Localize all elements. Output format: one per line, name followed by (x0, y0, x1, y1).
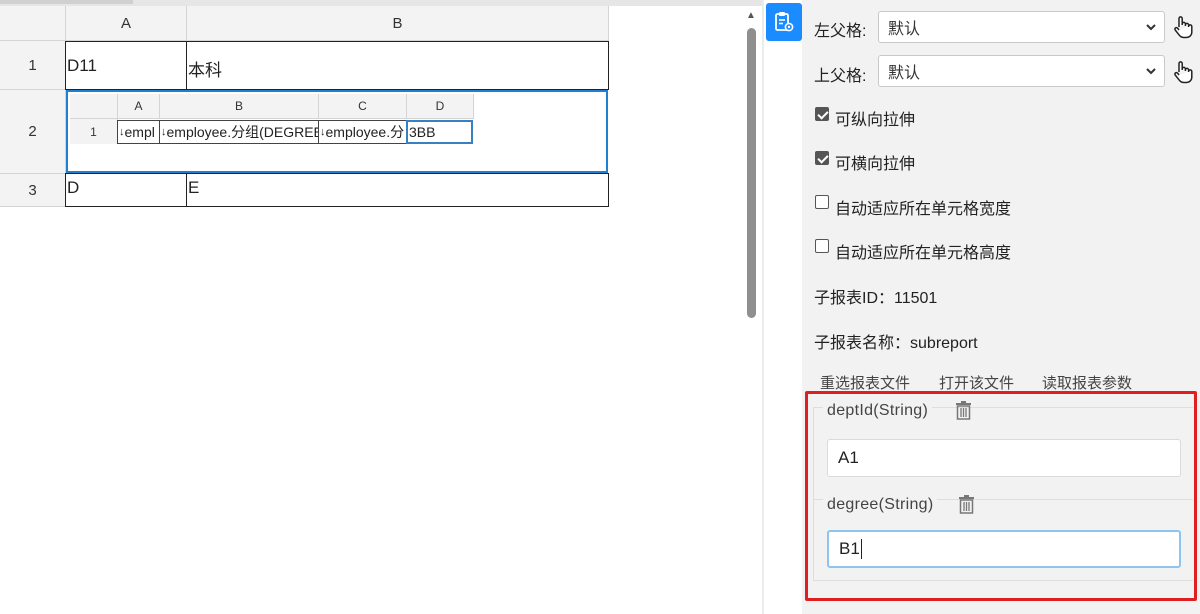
read-report-params-button[interactable]: 读取报表参数 (1042, 372, 1132, 393)
left-parent-select[interactable]: 默认 (878, 11, 1165, 43)
subreport-cell-a2[interactable]: A B C D 1 ↓ empl ↓ employee.分组(DEGREE) ↓ em… (66, 90, 608, 173)
subreport-id-value: 11501 (894, 290, 938, 307)
highlight-box (805, 391, 1197, 601)
subreport-name-value: subreport (910, 335, 978, 352)
preview-cell-a1: ↓ empl (117, 120, 160, 144)
subreport-name-label: 子报表名称： (814, 335, 911, 352)
chevron-down-icon (1146, 24, 1156, 31)
top-parent-label: 上父格: (814, 68, 867, 85)
hand-pointer-icon[interactable] (1172, 60, 1194, 84)
scroll-up-icon[interactable]: ▲ (746, 10, 756, 21)
preview-cell-a1-text: empl (124, 124, 155, 140)
horizontal-stretch-checkbox[interactable] (815, 151, 829, 165)
chevron-down-icon (1146, 68, 1156, 75)
cell-b3[interactable]: E (186, 173, 609, 207)
column-header-a[interactable]: A (66, 6, 187, 41)
subreport-name: 子报表名称：subreport (814, 329, 978, 353)
subreport-id: 子报表ID：11501 (814, 284, 937, 308)
cell-a3[interactable]: D (65, 173, 187, 207)
auto-fit-height-checkbox[interactable] (815, 239, 829, 253)
open-file-button[interactable]: 打开该文件 (939, 372, 1014, 393)
preview-col-d: D (407, 94, 474, 119)
row-header-1[interactable]: 1 (0, 41, 66, 90)
preview-cell-d1: 3BB (406, 120, 473, 144)
auto-fit-height-label: 自动适应所在单元格高度 (835, 245, 1012, 262)
top-parent-value: 默认 (888, 65, 921, 82)
subreport-id-label: 子报表ID： (814, 290, 895, 307)
row-header-2[interactable]: 2 (0, 90, 66, 174)
preview-cell-c1-text: employee.分 (325, 124, 405, 140)
preview-row-1: 1 (70, 119, 118, 144)
left-parent-value: 默认 (888, 21, 921, 38)
preview-cell-b1: ↓ employee.分组(DEGREE) (159, 120, 319, 144)
cell-b1[interactable]: 本科 (186, 41, 609, 90)
scrollbar-thumb[interactable] (747, 28, 756, 318)
hand-pointer-icon[interactable] (1172, 15, 1194, 39)
vertical-stretch-label: 可纵向拉伸 (835, 112, 916, 129)
horizontal-stretch-label: 可横向拉伸 (835, 156, 916, 173)
auto-fit-width-checkbox[interactable] (815, 195, 829, 209)
top-parent-select[interactable]: 默认 (878, 55, 1165, 87)
column-header-b[interactable]: B (187, 6, 609, 41)
preview-col-c: C (319, 94, 407, 119)
reselect-report-file-button[interactable]: 重选报表文件 (820, 372, 910, 393)
preview-cell-b1-text: employee.分组(DEGREE) (166, 124, 319, 140)
panel-icon-strip (764, 0, 802, 614)
cell-a1[interactable]: D11 (65, 41, 187, 90)
auto-fit-width-label: 自动适应所在单元格宽度 (835, 201, 1012, 218)
left-parent-label: 左父格: (814, 23, 867, 40)
preview-col-b: B (160, 94, 319, 119)
spreadsheet-area[interactable]: A B 1 2 3 D11 本科 A B C D 1 ↓ empl ↓ employ… (0, 0, 762, 614)
preview-corner (70, 94, 118, 119)
preview-col-a: A (118, 94, 160, 119)
row-header-3[interactable]: 3 (0, 174, 66, 207)
select-all-corner[interactable] (0, 6, 66, 41)
preview-cell-c1: ↓ employee.分 (318, 120, 407, 144)
vertical-stretch-checkbox[interactable] (815, 107, 829, 121)
report-settings-button[interactable] (766, 3, 802, 41)
sheet-tab[interactable] (0, 0, 133, 4)
report-settings-icon (775, 12, 794, 32)
